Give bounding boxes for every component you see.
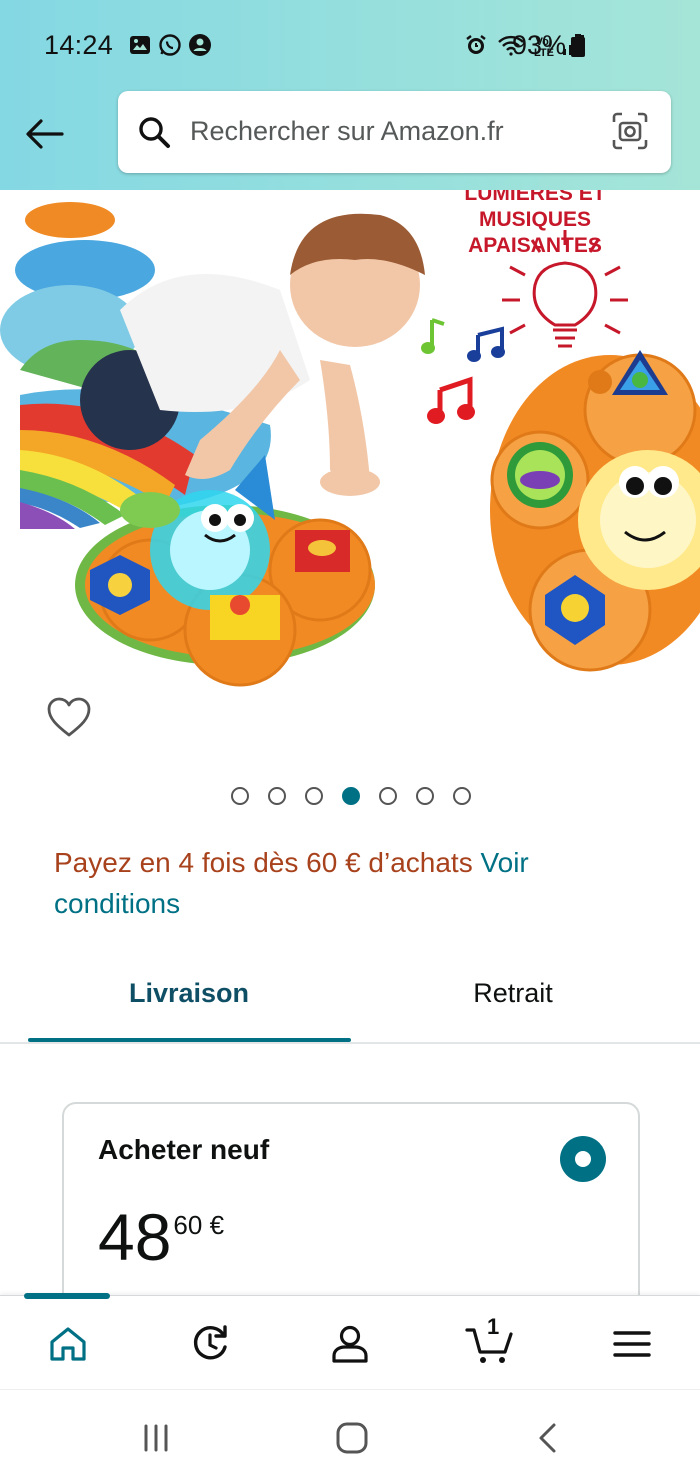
price-whole: 48 — [98, 1200, 172, 1274]
system-back-button[interactable] — [523, 1418, 573, 1458]
buy-new-option[interactable]: Acheter neuf 4860 € — [62, 1102, 640, 1322]
system-back-icon — [539, 1423, 556, 1453]
heart-icon — [47, 697, 91, 737]
installments-promo-text: Payez en 4 fois dès 60 € d’achats — [54, 847, 473, 878]
buy-option-title: Acheter neuf — [98, 1134, 270, 1165]
bottom-nav: 1 — [0, 1293, 700, 1389]
top-header: 14:24 Vo) LTE 93% — [0, 0, 700, 190]
back-arrow-icon — [26, 119, 64, 149]
search-input[interactable] — [190, 109, 600, 153]
music-notes-illustration — [421, 318, 505, 424]
search-bar[interactable] — [118, 91, 671, 173]
wishlist-button[interactable] — [46, 696, 96, 742]
carousel-dot-2[interactable] — [268, 787, 286, 805]
nav-updates[interactable] — [180, 1318, 240, 1370]
status-bar: 14:24 Vo) LTE 93% — [0, 0, 700, 90]
camera-lens-icon[interactable] — [611, 111, 649, 156]
nav-menu[interactable] — [602, 1318, 662, 1370]
status-left-icons — [128, 33, 212, 62]
carousel-dot-3[interactable] — [305, 787, 323, 805]
system-home-button[interactable] — [327, 1418, 377, 1458]
carousel-dot-7[interactable] — [453, 787, 471, 805]
image-caption-line-2: MUSIQUES — [479, 208, 591, 231]
cart-count: 1 — [487, 1314, 500, 1339]
whatsapp-icon — [158, 33, 182, 62]
gallery-icon — [128, 33, 152, 62]
image-caption-line-1: LUMIERES ET — [464, 190, 605, 205]
menu-icon — [613, 1331, 651, 1357]
price-fraction: 60 € — [173, 1210, 225, 1240]
carousel-dot-5[interactable] — [379, 787, 397, 805]
radio-selected[interactable] — [560, 1136, 606, 1182]
tab-livraison[interactable]: Livraison — [28, 978, 350, 1009]
alarm-icon — [464, 33, 488, 62]
toy-closeup-illustration — [490, 350, 700, 672]
system-home-icon — [336, 1422, 368, 1454]
updates-icon — [193, 1325, 227, 1360]
nav-account[interactable] — [320, 1318, 380, 1370]
product-image: LUMIERES ET MUSIQUES APAISANTES — [0, 190, 700, 687]
status-time: 14:24 — [44, 30, 114, 60]
delivery-tabs: Livraison Retrait — [0, 960, 700, 1044]
recent-apps-button[interactable] — [131, 1418, 181, 1458]
carousel-dots — [231, 787, 471, 805]
nav-home[interactable] — [38, 1318, 98, 1370]
recent-apps-icon — [144, 1424, 168, 1452]
nav-active-indicator — [24, 1293, 110, 1299]
tab-retrait[interactable]: Retrait — [352, 978, 674, 1009]
active-tab-indicator — [28, 1038, 351, 1042]
carousel-dot-1[interactable] — [231, 787, 249, 805]
account-circle-icon — [188, 33, 212, 62]
account-icon — [332, 1325, 368, 1363]
search-icon — [136, 114, 172, 155]
installments-info: Payez en 4 fois dès 60 € d’achats Voir c… — [54, 842, 654, 924]
system-nav-bar — [0, 1389, 700, 1480]
price: 4860 € — [98, 1202, 224, 1272]
carousel-dot-4-active[interactable] — [342, 787, 360, 805]
product-image-carousel[interactable]: LUMIERES ET MUSIQUES APAISANTES — [0, 190, 700, 690]
battery-percentage: 93% — [512, 30, 567, 60]
carousel-dot-6[interactable] — [416, 787, 434, 805]
search-row — [0, 90, 700, 180]
back-button[interactable] — [22, 112, 66, 156]
nav-cart[interactable]: 1 — [460, 1314, 520, 1370]
battery-icon — [570, 34, 586, 63]
home-icon — [50, 1327, 86, 1361]
